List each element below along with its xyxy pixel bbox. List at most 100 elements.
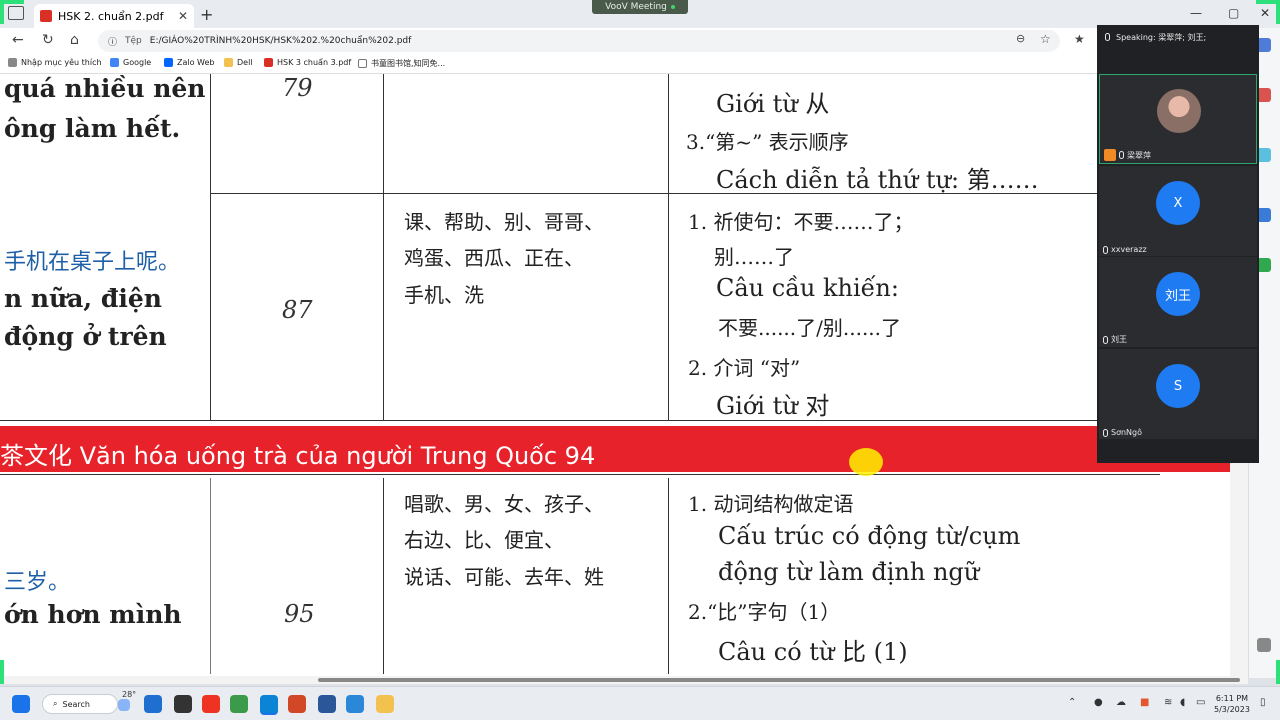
- bookmark-label: Nhập mục yêu thích: [21, 58, 102, 67]
- notification-icon[interactable]: ▯: [1260, 697, 1266, 708]
- file-explorer-icon[interactable]: [174, 695, 192, 713]
- voov-meeting-panel: Speaking: 梁翠萍; 刘王; 梁翠萍 X xxverazz 刘王 刘王: [1097, 25, 1259, 463]
- google-icon: [110, 58, 119, 67]
- zoom-icon[interactable]: ⊖: [1016, 32, 1025, 45]
- horizontal-scroll-thumb[interactable]: [318, 678, 1240, 682]
- share-frame-corner: [1276, 0, 1280, 24]
- row3-words: 说话、可能、去年、姓: [404, 565, 604, 589]
- home-icon[interactable]: ⌂: [70, 32, 79, 48]
- volume-icon[interactable]: ◖: [1180, 697, 1185, 708]
- bookmark-hsk3[interactable]: HSK 3 chuẩn 3.pdf: [264, 58, 351, 67]
- bookmark-zalo[interactable]: Zalo Web: [164, 58, 214, 67]
- search-icon[interactable]: [1257, 38, 1271, 52]
- outlook-icon[interactable]: [1257, 148, 1271, 162]
- row2-note: Câu cầu khiến:: [716, 274, 899, 302]
- maximize-button[interactable]: ▢: [1228, 6, 1239, 20]
- edge-icon[interactable]: [260, 695, 278, 713]
- folder-icon[interactable]: [376, 695, 394, 713]
- word-icon[interactable]: [1257, 208, 1271, 222]
- battery-icon[interactable]: ▭: [1196, 697, 1205, 708]
- voov-meeting-bar[interactable]: VooV Meeting: [592, 0, 688, 14]
- tab-actions-icon[interactable]: [8, 6, 24, 20]
- row2-note: 别……了: [714, 245, 794, 269]
- search-icon: ⌕: [53, 699, 58, 708]
- url-prefix: Tệp: [125, 36, 142, 46]
- microphone-icon: [1103, 245, 1108, 254]
- cursor-highlight-icon: [849, 448, 883, 476]
- table-divider: [668, 478, 669, 674]
- chrome-icon[interactable]: [230, 695, 248, 713]
- avatar: X: [1156, 181, 1200, 225]
- participant-tile[interactable]: S SơnNgô: [1099, 349, 1257, 439]
- pdf-viewer[interactable]: quá nhiều nên ông làm hết. 79 Giới từ 从 …: [0, 74, 1230, 678]
- navigation-bar: ← ↻ ⌂ ⓘ Tệp E:/GIÁO%20TRÌNH%20HSK/HSK%20…: [0, 28, 1280, 54]
- photos-icon[interactable]: [346, 695, 364, 713]
- close-window-button[interactable]: ✕: [1260, 6, 1270, 20]
- participant-label: 刘王: [1103, 334, 1127, 345]
- bookmark-dell[interactable]: Dell: [224, 58, 253, 67]
- powerpoint-icon[interactable]: [288, 695, 306, 713]
- new-tab-button[interactable]: +: [200, 5, 213, 24]
- tab-title: HSK 2. chuẩn 2.pdf: [58, 9, 164, 23]
- taskbar-search[interactable]: ⌕ Search: [42, 694, 118, 714]
- participant-label: xxverazz: [1103, 245, 1147, 254]
- row3-note: động từ làm định ngữ: [718, 558, 980, 586]
- clock-date: 5/3/2023: [1214, 705, 1250, 714]
- bookmark-library[interactable]: 书童图书馆,知同免...: [358, 58, 445, 69]
- row3-words: 唱歌、男、女、孩子、: [404, 492, 604, 516]
- voov-title: VooV Meeting: [605, 2, 667, 12]
- row3-left-chinese: 三岁。: [4, 570, 71, 595]
- microphone-icon[interactable]: ●: [1094, 697, 1103, 708]
- participant-label: 梁翠萍: [1104, 149, 1151, 161]
- pdf-icon: [264, 58, 273, 67]
- participant-tile[interactable]: X xxverazz: [1099, 166, 1257, 256]
- row1-note: Cách diễn tả thứ tự: 第……: [716, 166, 1039, 194]
- system-clock[interactable]: 6:11 PM 5/3/2023: [1214, 693, 1250, 715]
- participant-name: xxverazz: [1111, 245, 1147, 254]
- horizontal-scrollbar[interactable]: [0, 676, 1248, 684]
- bookmark-google[interactable]: Google: [110, 58, 151, 67]
- row2-words: 手机、洗: [404, 283, 484, 307]
- row1-note: 3.“第~” 表示顺序: [686, 130, 849, 154]
- row3-page-number: 95: [284, 600, 315, 628]
- bookmark-import[interactable]: Nhập mục yêu thích: [8, 58, 102, 67]
- weather-icon[interactable]: [118, 699, 130, 711]
- zalo-icon[interactable]: [144, 695, 162, 713]
- row1-note: Giới từ 从: [716, 90, 830, 118]
- row2-note: 1. 祈使句：不要……了；: [688, 210, 914, 234]
- minimize-button[interactable]: —: [1190, 6, 1202, 20]
- address-bar[interactable]: ⓘ Tệp E:/GIÁO%20TRÌNH%20HSK/HSK%202.%20c…: [98, 30, 1060, 52]
- close-tab-icon[interactable]: ✕: [178, 9, 188, 23]
- wifi-icon[interactable]: ≋: [1164, 697, 1172, 708]
- favorites-icon[interactable]: ★: [1074, 32, 1085, 46]
- participant-tile[interactable]: 刘王 刘王: [1099, 257, 1257, 347]
- settings-icon[interactable]: [1257, 638, 1271, 652]
- participant-tile[interactable]: 梁翠萍: [1099, 74, 1257, 164]
- youtube-icon[interactable]: [202, 695, 220, 713]
- onedrive-icon[interactable]: ☁: [1116, 697, 1126, 708]
- url-text: E:/GIÁO%20TRÌNH%20HSK/HSK%202.%20chuẩn%2…: [149, 36, 412, 46]
- avatar: [1157, 89, 1201, 133]
- host-icon: [1104, 149, 1116, 161]
- microphone-icon: [1103, 428, 1108, 437]
- weather-temp[interactable]: 28°: [122, 690, 136, 699]
- pdf-icon: [40, 10, 52, 22]
- tab-hsk2-pdf[interactable]: HSK 2. chuẩn 2.pdf ✕: [34, 4, 194, 28]
- row2-left-line: động ở trên: [4, 322, 167, 351]
- tools-icon[interactable]: [1257, 88, 1271, 102]
- refresh-icon[interactable]: ↻: [42, 32, 54, 48]
- table-divider: [210, 478, 211, 674]
- back-icon[interactable]: ←: [12, 32, 24, 48]
- word-icon[interactable]: [318, 695, 336, 713]
- favorite-star-icon[interactable]: ☆: [1040, 32, 1051, 46]
- office-icon[interactable]: [1257, 258, 1271, 272]
- table-divider: [383, 74, 384, 420]
- row2-left-chinese: 手机在桌子上呢。: [4, 250, 181, 275]
- chevron-up-icon[interactable]: ⌃: [1068, 697, 1076, 708]
- row1-page-number: 79: [282, 74, 313, 102]
- windows-start-icon[interactable]: [12, 695, 30, 713]
- table-divider: [0, 474, 1160, 475]
- app-tray-icon[interactable]: ■: [1140, 697, 1149, 708]
- row1-left-line: quá nhiều nên: [4, 74, 206, 103]
- info-icon: ⓘ: [108, 37, 118, 48]
